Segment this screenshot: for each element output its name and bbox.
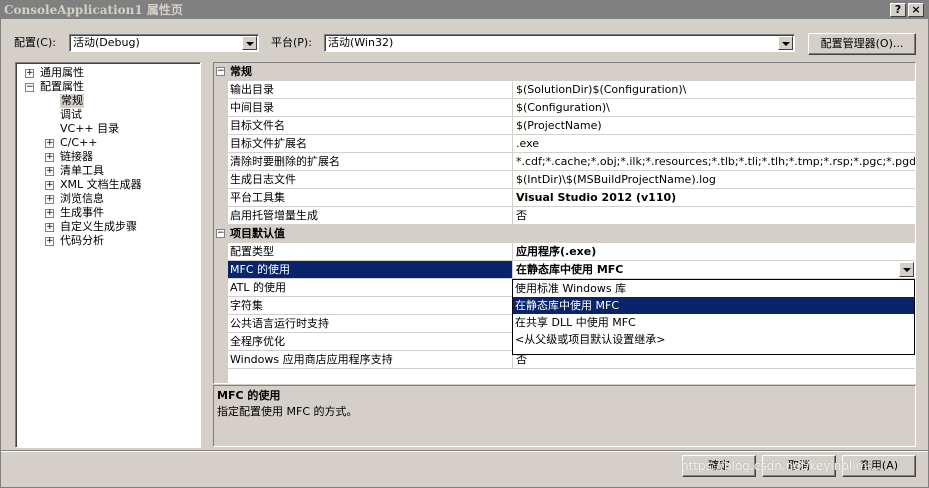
description-text: 指定配置使用 MFC 的方式。 xyxy=(217,405,358,418)
property-row[interactable]: 启用托管增量生成否 xyxy=(214,207,915,225)
dropdown-option[interactable]: 在共享 DLL 中使用 MFC xyxy=(513,314,914,331)
category-name: 常规 xyxy=(230,65,252,78)
tree-item[interactable]: 调试 xyxy=(60,108,82,122)
chevron-down-icon[interactable] xyxy=(242,36,257,50)
tree-expander-icon[interactable]: + xyxy=(45,181,54,190)
property-value[interactable]: $(SolutionDir)$(Configuration)\ xyxy=(513,81,915,99)
property-row[interactable]: MFC 的使用 在静态库中使用 MFC xyxy=(214,261,915,279)
property-value[interactable]: 否 xyxy=(513,207,915,225)
property-row[interactable]: 生成日志文件 $(IntDir)\$(MSBuildProjectName).lo… xyxy=(214,171,915,189)
property-name[interactable]: Windows 应用商店应用程序支持 xyxy=(228,351,513,369)
dropdown-option[interactable]: 在静态库中使用 MFC xyxy=(513,297,914,314)
property-name[interactable]: 平台工具集 xyxy=(228,189,513,207)
tree-expander-icon[interactable]: + xyxy=(45,139,54,148)
property-name[interactable]: 中间目录 xyxy=(228,99,513,117)
tree-item[interactable]: 配置属性 xyxy=(40,80,84,94)
category-expander-icon[interactable]: − xyxy=(216,229,225,238)
chevron-down-icon[interactable] xyxy=(899,262,914,277)
tree-item[interactable]: 自定义生成步骤 xyxy=(60,220,137,234)
config-value: 活动(Debug) xyxy=(73,36,140,49)
tree-item[interactable]: 通用属性 xyxy=(40,66,84,80)
tree-item[interactable]: VC++ 目录 xyxy=(60,122,119,136)
description-panel: MFC 的使用 指定配置使用 MFC 的方式。 xyxy=(213,385,916,447)
property-name[interactable]: 输出目录 xyxy=(228,81,513,99)
tree-item[interactable]: 清单工具 xyxy=(60,164,104,178)
tree-item[interactable]: 代码分析 xyxy=(60,234,104,248)
platform-select[interactable]: 活动(Win32) xyxy=(324,34,795,52)
tree-expander-icon[interactable]: + xyxy=(25,69,34,78)
property-name[interactable]: ATL 的使用 xyxy=(228,279,513,297)
tree-item[interactable]: 浏览信息 xyxy=(60,192,104,206)
platform-value: 活动(Win32) xyxy=(328,36,394,49)
category-expander-icon[interactable]: − xyxy=(216,67,225,76)
tree-item[interactable]: 链接器 xyxy=(60,150,93,164)
property-row[interactable]: 输出目录 $(SolutionDir)$(Configuration)\ xyxy=(214,81,915,99)
property-name[interactable]: 启用托管增量生成 xyxy=(228,207,513,225)
property-name[interactable]: MFC 的使用 xyxy=(228,261,513,279)
property-value[interactable]: 在静态库中使用 MFC xyxy=(513,261,915,279)
category-name: 项目默认值 xyxy=(230,227,285,240)
config-select[interactable]: 活动(Debug) xyxy=(69,34,259,52)
property-row[interactable]: 目标文件名 $(ProjectName) xyxy=(214,117,915,135)
mfc-usage-dropdown-list[interactable]: 使用标准 Windows 库在静态库中使用 MFC 在共享 DLL 中使用 MFC… xyxy=(512,279,915,355)
tree-expander-icon[interactable]: + xyxy=(45,195,54,204)
tree-expander-icon[interactable]: + xyxy=(45,167,54,176)
tree-expander-icon[interactable]: + xyxy=(45,223,54,232)
property-pages-dialog: ConsoleApplication1 属性页 ? × 配置(C): 活动(De… xyxy=(0,0,929,488)
config-manager-button[interactable]: 配置管理器(O)... xyxy=(808,33,916,55)
property-value[interactable]: $(Configuration)\ xyxy=(513,99,915,117)
divider xyxy=(1,450,928,452)
property-row[interactable]: 配置类型 应用程序(.exe) xyxy=(214,243,915,261)
property-row[interactable]: 平台工具集 Visual Studio 2012 (v110) xyxy=(214,189,915,207)
help-button[interactable]: ? xyxy=(890,3,906,17)
property-name[interactable]: 目标文件扩展名 xyxy=(228,135,513,153)
dropdown-option[interactable]: 使用标准 Windows 库 xyxy=(513,280,914,297)
dropdown-option[interactable]: <从父级或项目默认设置继承> xyxy=(513,331,914,348)
property-name[interactable]: 清除时要删除的扩展名 xyxy=(228,153,513,171)
property-value[interactable]: 应用程序(.exe) xyxy=(513,243,915,261)
grid-category[interactable]: − 项目默认值 xyxy=(214,225,915,243)
tree-item[interactable]: XML 文档生成器 xyxy=(60,178,142,192)
property-name[interactable]: 目标文件名 xyxy=(228,117,513,135)
tree-expander-icon[interactable]: + xyxy=(45,209,54,218)
tree-item[interactable]: C/C++ xyxy=(60,136,98,150)
window-title: ConsoleApplication1 属性页 xyxy=(4,3,183,17)
tree-expander-icon[interactable]: − xyxy=(25,83,34,92)
tree-expander-icon[interactable]: + xyxy=(45,237,54,246)
property-name[interactable]: 配置类型 xyxy=(228,243,513,261)
property-name[interactable]: 字符集 xyxy=(228,297,513,315)
property-name[interactable]: 生成日志文件 xyxy=(228,171,513,189)
property-name[interactable]: 全程序优化 xyxy=(228,333,513,351)
property-name[interactable]: 公共语言运行时支持 xyxy=(228,315,513,333)
tree-item[interactable]: 常规 xyxy=(60,94,84,108)
watermark-text: https://blog.csdn.net/keyinbliml... xyxy=(681,459,883,473)
property-row[interactable]: 目标文件扩展名 .exe xyxy=(214,135,915,153)
platform-label: 平台(P): xyxy=(271,36,312,49)
tree-item[interactable]: 生成事件 xyxy=(60,206,104,220)
property-value[interactable]: *.cdf;*.cache;*.obj;*.ilk;*.resources;*.… xyxy=(513,153,915,171)
grid-category[interactable]: − 常规 xyxy=(214,63,915,81)
property-row[interactable]: 中间目录 $(Configuration)\ xyxy=(214,99,915,117)
description-title: MFC 的使用 xyxy=(217,389,281,402)
property-value[interactable]: .exe xyxy=(513,135,915,153)
property-tree: + 通用属性 − 配置属性 常规 调试 VC++ 目录 + C/C++ + 链接器 + 清单工具 + XML… xyxy=(15,62,201,448)
property-value[interactable]: Visual Studio 2012 (v110) xyxy=(513,189,915,207)
close-button[interactable]: × xyxy=(908,3,924,17)
tree-expander-icon[interactable]: + xyxy=(45,153,54,162)
config-label: 配置(C): xyxy=(14,36,56,49)
property-value[interactable]: $(IntDir)\$(MSBuildProjectName).log xyxy=(513,171,915,189)
title-bar: ConsoleApplication1 属性页 xyxy=(1,1,928,19)
chevron-down-icon[interactable] xyxy=(778,36,793,50)
property-value[interactable]: $(ProjectName) xyxy=(513,117,915,135)
property-row[interactable]: 清除时要删除的扩展名 *.cdf;*.cache;*.obj;*.ilk;*.re… xyxy=(214,153,915,171)
